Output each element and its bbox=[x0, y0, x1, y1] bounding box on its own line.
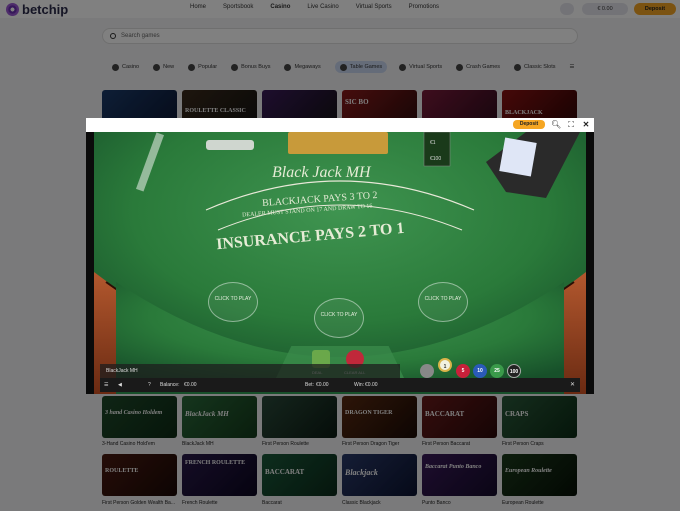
tile-caption: First Person Roulette bbox=[262, 441, 309, 447]
flame-icon bbox=[188, 63, 196, 71]
game-name-bar: BlackJack MH bbox=[100, 364, 400, 378]
balance-button[interactable]: € 0.00 bbox=[582, 3, 628, 15]
game-tile-golden-wealth-baccarat[interactable]: ROULETTE bbox=[102, 454, 177, 496]
menu-icon[interactable]: ☰ bbox=[104, 382, 108, 388]
chip-1[interactable]: 1 bbox=[438, 358, 452, 372]
tile-caption: French Roulette bbox=[182, 500, 218, 506]
tile-caption: First Person Dragon Tiger bbox=[342, 441, 400, 447]
game-tile-blackjack-mh[interactable]: BlackJack MH bbox=[182, 396, 257, 438]
tile-caption: Classic Blackjack bbox=[342, 500, 381, 506]
game-tile-european-roulette[interactable]: European Roulette bbox=[502, 454, 577, 496]
modal-deposit-button[interactable]: Deposit bbox=[513, 120, 545, 129]
limit-top: €1 bbox=[430, 140, 436, 146]
tile-caption: 3-Hand Casino Hold'em bbox=[102, 441, 155, 447]
bet-spot-1[interactable]: CLICK TO PLAY bbox=[208, 282, 258, 322]
bell-icon[interactable] bbox=[560, 3, 574, 15]
chip-100[interactable]: 100 bbox=[507, 364, 521, 378]
category-crash-games[interactable]: Crash Games bbox=[456, 61, 500, 73]
balance-label: Balance: bbox=[160, 382, 180, 388]
tile-caption: First Person Golden Wealth Ba... bbox=[102, 500, 175, 506]
win-value: €0.00 bbox=[365, 382, 378, 388]
game-tile-baccarat[interactable]: BACCARAT bbox=[262, 454, 337, 496]
table-games-icon bbox=[339, 63, 347, 71]
game-tile-first-person-dragon-tiger[interactable]: DRAGON TIGER bbox=[342, 396, 417, 438]
tile-caption: First Person Craps bbox=[502, 441, 544, 447]
nav-home[interactable]: Home bbox=[190, 4, 206, 10]
category-popular[interactable]: Popular bbox=[188, 61, 217, 73]
nav-promotions[interactable]: Promotions bbox=[409, 4, 439, 10]
blackjack-game[interactable]: Black Jack MH BLACKJACK PAYS 3 TO 2 DEAL… bbox=[86, 132, 594, 394]
game-tile-punto-banco[interactable]: Baccarat Punto Banco bbox=[422, 454, 497, 496]
modal-toolbar: Deposit 🔍︎ ⛶ ✕ bbox=[86, 118, 594, 132]
category-more[interactable]: ☰ bbox=[570, 61, 575, 73]
bet-spot-2[interactable]: CLICK TO PLAY bbox=[314, 298, 364, 338]
tile-caption: BlackJack MH bbox=[182, 441, 214, 447]
close-icon[interactable]: ✕ bbox=[570, 381, 575, 388]
nav-virtual-sports[interactable]: Virtual Sports bbox=[356, 4, 392, 10]
bet-spot-3[interactable]: CLICK TO PLAY bbox=[418, 282, 468, 322]
game-tile-3-hand-casino-holdem[interactable]: 3 hand Casino Holdem bbox=[102, 396, 177, 438]
game-tile-first-person-roulette[interactable] bbox=[262, 396, 337, 438]
tile-caption: European Roulette bbox=[502, 500, 544, 506]
win-label: Win: bbox=[354, 382, 364, 388]
new-icon bbox=[153, 63, 161, 71]
balance-value: €0.00 bbox=[184, 382, 197, 388]
megaways-icon bbox=[284, 63, 292, 71]
slots-icon bbox=[514, 63, 522, 71]
search-bar[interactable]: Search games bbox=[102, 28, 578, 44]
brand-logo[interactable]: betchip bbox=[6, 2, 68, 17]
help-icon[interactable]: ? bbox=[148, 382, 151, 388]
game-tile-first-person-baccarat[interactable]: BACCARAT bbox=[422, 396, 497, 438]
table-title: Black Jack MH bbox=[272, 164, 371, 181]
category-bonus-buys[interactable]: Bonus Buys bbox=[231, 61, 270, 73]
nav-casino[interactable]: Casino bbox=[270, 4, 290, 10]
menu-icon: ☰ bbox=[569, 64, 575, 70]
main-nav: Home Sportsbook Casino Live Casino Virtu… bbox=[190, 4, 456, 10]
game-tile-first-person-craps[interactable]: CRAPS bbox=[502, 396, 577, 438]
game-name: BlackJack MH bbox=[106, 368, 138, 374]
sound-icon[interactable]: ◀ bbox=[118, 382, 122, 388]
game-modal: Deposit 🔍︎ ⛶ ✕ Black Jack MH BLACKJACK P… bbox=[86, 118, 594, 394]
virtual-sports-icon bbox=[399, 63, 407, 71]
crash-icon bbox=[456, 63, 464, 71]
logo-icon bbox=[6, 3, 19, 16]
undo-chip[interactable] bbox=[420, 364, 434, 378]
brand-name: betchip bbox=[22, 2, 69, 17]
fullscreen-icon[interactable]: ⛶ bbox=[566, 120, 576, 130]
search-icon[interactable]: 🔍︎ bbox=[551, 120, 561, 130]
bet-label: Bet: bbox=[305, 382, 314, 388]
search-input[interactable]: Search games bbox=[121, 33, 160, 39]
game-tile-french-roulette[interactable]: FRENCH ROULETTE bbox=[182, 454, 257, 496]
nav-live-casino[interactable]: Live Casino bbox=[307, 4, 338, 10]
game-status-bar: ☰ ◀ ? Balance: €0.00 Bet: €0.00 Win: €0.… bbox=[100, 378, 580, 392]
category-casino[interactable]: Casino bbox=[112, 61, 139, 73]
nav-sportsbook[interactable]: Sportsbook bbox=[223, 4, 253, 10]
deposit-button[interactable]: Deposit bbox=[634, 3, 676, 15]
tile-caption: Punto Banco bbox=[422, 500, 451, 506]
search-icon bbox=[110, 33, 116, 39]
header: betchip Home Sportsbook Casino Live Casi… bbox=[0, 0, 680, 18]
category-megaways[interactable]: Megaways bbox=[284, 61, 321, 73]
close-icon[interactable]: ✕ bbox=[581, 120, 591, 130]
tile-caption: First Person Baccarat bbox=[422, 441, 471, 447]
bonus-icon bbox=[231, 63, 239, 71]
chip-25[interactable]: 25 bbox=[490, 364, 504, 378]
chip-10[interactable]: 10 bbox=[473, 364, 487, 378]
category-bar: Casino New Popular Bonus Buys Megaways T… bbox=[112, 61, 588, 73]
chip-5[interactable]: 5 bbox=[456, 364, 470, 378]
game-tile-classic-blackjack[interactable]: Blackjack bbox=[342, 454, 417, 496]
casino-icon bbox=[112, 63, 119, 71]
tile-caption: Baccarat bbox=[262, 500, 282, 506]
limit-bottom: €100 bbox=[430, 156, 442, 162]
category-table-games[interactable]: Table Games bbox=[334, 61, 388, 73]
category-virtual-sports[interactable]: Virtual Sports bbox=[399, 61, 442, 73]
bet-value: €0.00 bbox=[316, 382, 329, 388]
category-classic-slots[interactable]: Classic Slots bbox=[514, 61, 556, 73]
category-new[interactable]: New bbox=[153, 61, 174, 73]
